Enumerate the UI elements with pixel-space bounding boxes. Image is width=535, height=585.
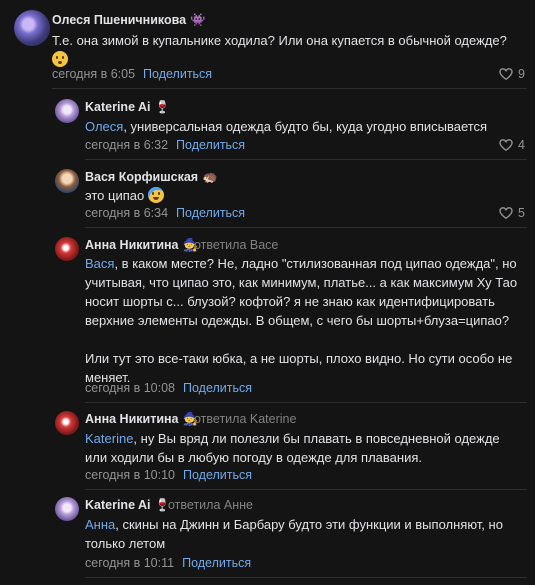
- like-count: 5: [518, 206, 525, 220]
- comment-text: это ципао: [85, 186, 525, 205]
- comment-author[interactable]: Katerine Ai 🍷: [85, 100, 170, 115]
- share-button[interactable]: Поделиться: [182, 556, 251, 570]
- author-name[interactable]: Анна Никитина: [85, 238, 179, 252]
- author-name[interactable]: Олеся Пшеничникова: [52, 13, 186, 27]
- replied-to-label[interactable]: ответила Анне: [168, 498, 253, 512]
- author-name[interactable]: Katerine Ai: [85, 498, 151, 512]
- flushed-face-icon: [52, 51, 68, 67]
- avatar[interactable]: [55, 237, 79, 261]
- divider: [85, 489, 527, 490]
- avatar[interactable]: [55, 497, 79, 521]
- replied-to-label[interactable]: ответила Васе: [194, 238, 278, 252]
- mention-link[interactable]: Олеся: [85, 119, 123, 134]
- comment-author[interactable]: Вася Корфишская 🦔: [85, 170, 218, 185]
- mention-link[interactable]: Вася: [85, 256, 114, 271]
- replied-to[interactable]: ответила Анне: [168, 498, 253, 512]
- heart-icon: [499, 68, 513, 80]
- comment-time[interactable]: сегодня в 10:08: [85, 381, 175, 395]
- like-button[interactable]: 4: [499, 138, 525, 152]
- author-emoji: 👾: [190, 13, 206, 27]
- share-button[interactable]: Поделиться: [176, 138, 245, 152]
- author-name[interactable]: Анна Никитина: [85, 412, 179, 426]
- replied-to-label[interactable]: ответила Katerine: [194, 412, 296, 426]
- comment-time[interactable]: сегодня в 10:11: [85, 556, 174, 570]
- share-button[interactable]: Поделиться: [183, 381, 252, 395]
- author-name[interactable]: Вася Корфишская: [85, 170, 198, 184]
- heart-icon: [499, 139, 513, 151]
- text-line: , в каком месте? Не, ладно "стилизованна…: [114, 256, 517, 271]
- comment-author[interactable]: Олеся Пшеничникова 👾: [52, 13, 206, 28]
- avatar[interactable]: [55, 99, 79, 123]
- avatar[interactable]: [55, 411, 79, 435]
- comment-meta: сегодня в 10:11 Поделиться: [85, 556, 251, 570]
- mention-link[interactable]: Анна: [85, 517, 115, 532]
- like-count: 9: [518, 67, 525, 81]
- comment-text: Katerine, ну Вы вряд ли полезли бы плава…: [85, 429, 530, 467]
- author-emoji: 🍷: [154, 100, 171, 114]
- text-line: верхние элементы одежды. В общем, с чего…: [85, 313, 510, 328]
- mention-link[interactable]: Katerine: [85, 431, 133, 446]
- text-line: , скины на Джинн и Барбару будто эти фун…: [115, 517, 503, 532]
- replied-to[interactable]: ответила Katerine: [194, 412, 296, 426]
- comment-meta: сегодня в 6:05 Поделиться: [52, 67, 212, 81]
- share-button[interactable]: Поделиться: [183, 468, 252, 482]
- comment-text-content: это ципао: [85, 188, 145, 203]
- comment-time[interactable]: сегодня в 6:34: [85, 206, 168, 220]
- share-button[interactable]: Поделиться: [143, 67, 212, 81]
- comment-text-content: , универсальная одежда будто бы, куда уг…: [123, 119, 488, 134]
- share-button[interactable]: Поделиться: [176, 206, 245, 220]
- comment-text-content: Т.е. она зимой в купальнике ходила? Или …: [52, 33, 507, 48]
- text-line: или ходили бы в любую погоду в одежде дл…: [85, 450, 422, 465]
- comment-meta: сегодня в 10:10 Поделиться: [85, 468, 252, 482]
- comment-author[interactable]: Анна Никитина 🧙: [85, 238, 198, 253]
- comment-meta: сегодня в 6:34 Поделиться: [85, 206, 245, 220]
- heart-icon: [499, 207, 513, 219]
- author-name[interactable]: Katerine Ai: [85, 100, 151, 114]
- comment-text: Олеся, универсальная одежда будто бы, ку…: [85, 117, 525, 136]
- crying-face-icon: [147, 187, 164, 203]
- text-line: , ну Вы вряд ли полезли бы плавать в пов…: [133, 431, 500, 446]
- comment-text: Вася, в каком месте? Не, ладно "стилизов…: [85, 254, 530, 387]
- divider: [52, 88, 527, 89]
- author-emoji: 🦔: [202, 170, 218, 184]
- comment-author[interactable]: Анна Никитина 🧙: [85, 412, 198, 427]
- text-line: только летом: [85, 536, 166, 551]
- divider: [85, 227, 527, 228]
- text-line: носит шорты с... блузой? кофтой? я не зн…: [85, 294, 495, 309]
- divider: [85, 402, 527, 403]
- like-count: 4: [518, 138, 525, 152]
- comment-time[interactable]: сегодня в 6:32: [85, 138, 168, 152]
- comment-time[interactable]: сегодня в 6:05: [52, 67, 135, 81]
- like-button[interactable]: 5: [499, 206, 525, 220]
- replied-to[interactable]: ответила Васе: [194, 238, 278, 252]
- like-button[interactable]: 9: [499, 67, 525, 81]
- comment-text: Т.е. она зимой в купальнике ходила? Или …: [52, 31, 522, 69]
- divider: [85, 159, 527, 160]
- avatar[interactable]: [14, 10, 50, 46]
- comment-time[interactable]: сегодня в 10:10: [85, 468, 175, 482]
- comment-meta: сегодня в 10:08 Поделиться: [85, 381, 252, 395]
- comment-text: Анна, скины на Джинн и Барбару будто эти…: [85, 515, 530, 553]
- comment-meta: сегодня в 6:32 Поделиться: [85, 138, 245, 152]
- divider: [85, 577, 527, 578]
- comment-author[interactable]: Katerine Ai 🍷: [85, 498, 170, 513]
- avatar[interactable]: [55, 169, 79, 193]
- text-line: учитывая, что ципао это, как минимум, пл…: [85, 275, 518, 290]
- text-line: Или тут это все-таки юбка, а не шорты, п…: [85, 351, 513, 366]
